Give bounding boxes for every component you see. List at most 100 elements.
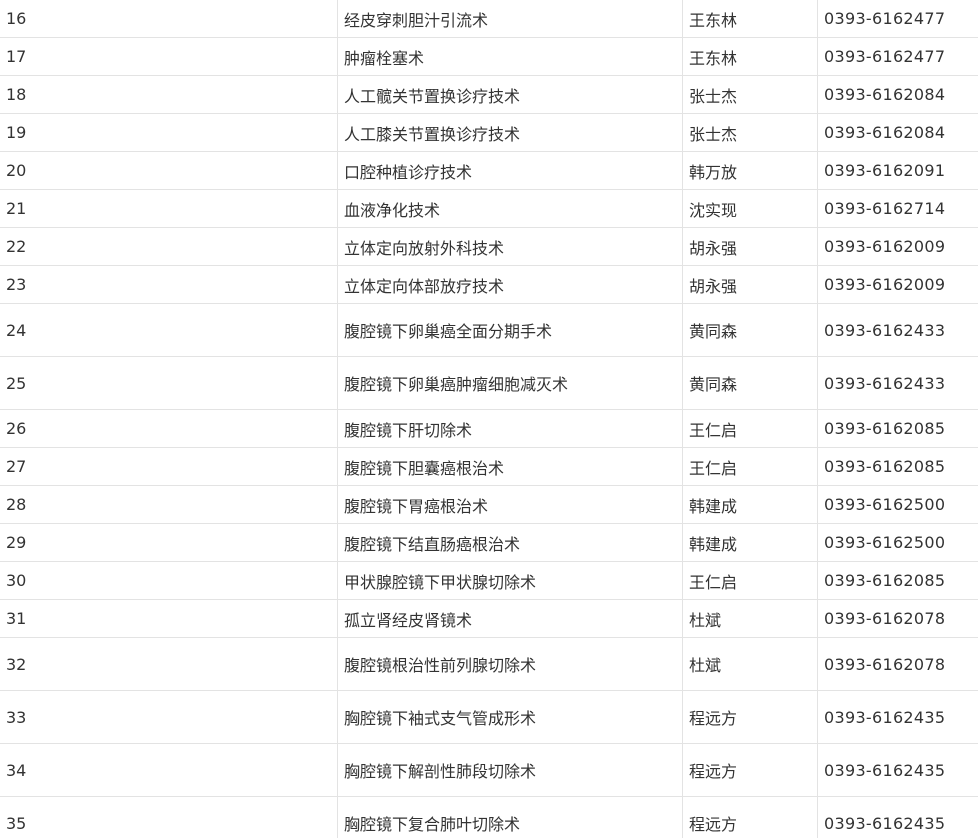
table-row: 25 腹腔镜下卵巢癌肿瘤细胞减灭术 黄同森 0393-6162433 — [0, 356, 978, 410]
contact-phone: 0393-6162009 — [817, 265, 978, 304]
contact-person: 杜斌 — [682, 637, 818, 691]
technology-table-container: 16 经皮穿刺胆汁引流术 王东林 0393-6162477 17 肿瘤栓塞术 王… — [0, 0, 978, 838]
technology-name: 经皮穿刺胆汁引流术 — [337, 0, 683, 38]
table-row: 18 人工髋关节置换诊疗技术 张士杰 0393-6162084 — [0, 75, 978, 114]
table-row: 29 腹腔镜下结直肠癌根治术 韩建成 0393-6162500 — [0, 523, 978, 562]
contact-person: 黄同森 — [682, 356, 818, 410]
technology-name: 立体定向放射外科技术 — [337, 227, 683, 266]
contact-person: 张士杰 — [682, 113, 818, 152]
table-row: 27 腹腔镜下胆囊癌根治术 王仁启 0393-6162085 — [0, 447, 978, 486]
table-row: 28 腹腔镜下胃癌根治术 韩建成 0393-6162500 — [0, 485, 978, 524]
row-number: 28 — [0, 485, 338, 524]
contact-phone: 0393-6162714 — [817, 189, 978, 228]
row-number: 31 — [0, 599, 338, 638]
row-number: 32 — [0, 637, 338, 691]
contact-person: 胡永强 — [682, 265, 818, 304]
row-number: 21 — [0, 189, 338, 228]
contact-phone: 0393-6162084 — [817, 75, 978, 114]
technology-name: 立体定向体部放疗技术 — [337, 265, 683, 304]
table-row: 26 腹腔镜下肝切除术 王仁启 0393-6162085 — [0, 409, 978, 448]
row-number: 19 — [0, 113, 338, 152]
table-row: 24 腹腔镜下卵巢癌全面分期手术 黄同森 0393-6162433 — [0, 303, 978, 357]
technology-name: 肿瘤栓塞术 — [337, 37, 683, 76]
technology-table: 16 经皮穿刺胆汁引流术 王东林 0393-6162477 17 肿瘤栓塞术 王… — [0, 0, 978, 838]
contact-phone: 0393-6162078 — [817, 599, 978, 638]
table-row: 35 胸腔镜下复合肺叶切除术 程远方 0393-6162435 — [0, 796, 978, 838]
technology-name: 腹腔镜根治性前列腺切除术 — [337, 637, 683, 691]
technology-name: 血液净化技术 — [337, 189, 683, 228]
contact-person: 王仁启 — [682, 447, 818, 486]
table-row: 30 甲状腺腔镜下甲状腺切除术 王仁启 0393-6162085 — [0, 561, 978, 600]
contact-person: 杜斌 — [682, 599, 818, 638]
technology-name: 腹腔镜下结直肠癌根治术 — [337, 523, 683, 562]
row-number: 24 — [0, 303, 338, 357]
contact-person: 韩万放 — [682, 151, 818, 190]
contact-person: 王东林 — [682, 0, 818, 38]
row-number: 20 — [0, 151, 338, 190]
row-number: 26 — [0, 409, 338, 448]
table-row: 32 腹腔镜根治性前列腺切除术 杜斌 0393-6162078 — [0, 637, 978, 691]
contact-phone: 0393-6162085 — [817, 409, 978, 448]
contact-person: 韩建成 — [682, 523, 818, 562]
row-number: 22 — [0, 227, 338, 266]
contact-phone: 0393-6162078 — [817, 637, 978, 691]
technology-name: 胸腔镜下复合肺叶切除术 — [337, 796, 683, 838]
contact-phone: 0393-6162085 — [817, 561, 978, 600]
contact-person: 程远方 — [682, 743, 818, 797]
contact-person: 程远方 — [682, 690, 818, 744]
contact-person: 王仁启 — [682, 561, 818, 600]
technology-name: 甲状腺腔镜下甲状腺切除术 — [337, 561, 683, 600]
table-row: 17 肿瘤栓塞术 王东林 0393-6162477 — [0, 37, 978, 76]
table-row: 22 立体定向放射外科技术 胡永强 0393-6162009 — [0, 227, 978, 266]
row-number: 25 — [0, 356, 338, 410]
technology-name: 腹腔镜下卵巢癌肿瘤细胞减灭术 — [337, 356, 683, 410]
contact-phone: 0393-6162500 — [817, 523, 978, 562]
technology-name: 胸腔镜下袖式支气管成形术 — [337, 690, 683, 744]
contact-phone: 0393-6162085 — [817, 447, 978, 486]
table-row: 31 孤立肾经皮肾镜术 杜斌 0393-6162078 — [0, 599, 978, 638]
contact-person: 张士杰 — [682, 75, 818, 114]
table-row: 23 立体定向体部放疗技术 胡永强 0393-6162009 — [0, 265, 978, 304]
contact-phone: 0393-6162009 — [817, 227, 978, 266]
contact-phone: 0393-6162435 — [817, 796, 978, 838]
contact-person: 黄同森 — [682, 303, 818, 357]
table-row: 33 胸腔镜下袖式支气管成形术 程远方 0393-6162435 — [0, 690, 978, 744]
contact-person: 程远方 — [682, 796, 818, 838]
row-number: 23 — [0, 265, 338, 304]
contact-phone: 0393-6162477 — [817, 37, 978, 76]
row-number: 30 — [0, 561, 338, 600]
table-row: 19 人工膝关节置换诊疗技术 张士杰 0393-6162084 — [0, 113, 978, 152]
row-number: 34 — [0, 743, 338, 797]
contact-person: 王仁启 — [682, 409, 818, 448]
technology-name: 腹腔镜下卵巢癌全面分期手术 — [337, 303, 683, 357]
technology-name: 人工髋关节置换诊疗技术 — [337, 75, 683, 114]
row-number: 17 — [0, 37, 338, 76]
row-number: 35 — [0, 796, 338, 838]
technology-name: 孤立肾经皮肾镜术 — [337, 599, 683, 638]
technology-name: 腹腔镜下胃癌根治术 — [337, 485, 683, 524]
row-number: 16 — [0, 0, 338, 38]
technology-name: 腹腔镜下胆囊癌根治术 — [337, 447, 683, 486]
table-row: 16 经皮穿刺胆汁引流术 王东林 0393-6162477 — [0, 0, 978, 38]
row-number: 18 — [0, 75, 338, 114]
contact-phone: 0393-6162435 — [817, 690, 978, 744]
table-row: 20 口腔种植诊疗技术 韩万放 0393-6162091 — [0, 151, 978, 190]
contact-phone: 0393-6162084 — [817, 113, 978, 152]
contact-person: 胡永强 — [682, 227, 818, 266]
technology-name: 口腔种植诊疗技术 — [337, 151, 683, 190]
table-row: 34 胸腔镜下解剖性肺段切除术 程远方 0393-6162435 — [0, 743, 978, 797]
technology-name: 胸腔镜下解剖性肺段切除术 — [337, 743, 683, 797]
row-number: 29 — [0, 523, 338, 562]
row-number: 27 — [0, 447, 338, 486]
contact-person: 韩建成 — [682, 485, 818, 524]
contact-person: 沈实现 — [682, 189, 818, 228]
contact-phone: 0393-6162477 — [817, 0, 978, 38]
technology-name: 腹腔镜下肝切除术 — [337, 409, 683, 448]
contact-phone: 0393-6162433 — [817, 303, 978, 357]
table-row: 21 血液净化技术 沈实现 0393-6162714 — [0, 189, 978, 228]
row-number: 33 — [0, 690, 338, 744]
contact-phone: 0393-6162091 — [817, 151, 978, 190]
contact-phone: 0393-6162433 — [817, 356, 978, 410]
contact-phone: 0393-6162500 — [817, 485, 978, 524]
contact-phone: 0393-6162435 — [817, 743, 978, 797]
